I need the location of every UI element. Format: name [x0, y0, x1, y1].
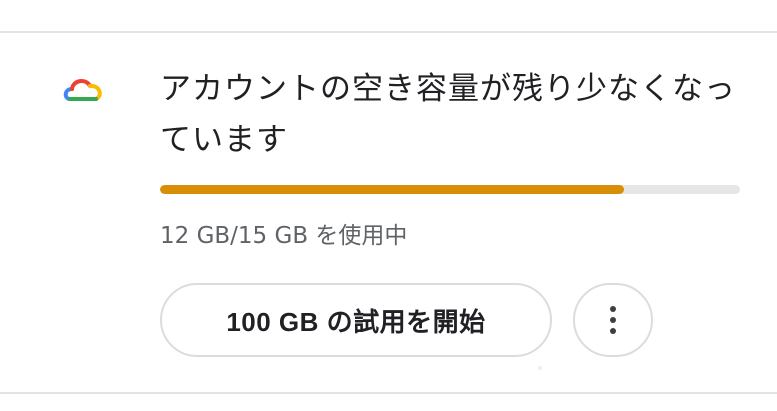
bottom-divider [0, 392, 777, 394]
google-cloud-icon [63, 79, 102, 101]
storage-progress-bar [160, 185, 740, 194]
storage-usage-text: 12 GB/15 GB を使用中 [160, 223, 408, 249]
more-vert-icon [610, 306, 616, 334]
more-options-button[interactable] [573, 283, 653, 357]
storage-warning-title: アカウントの空き容量が残り少なくなっています [160, 71, 736, 158]
start-trial-button[interactable]: 100 GB の試用を開始 [160, 283, 552, 357]
decorative-dot [538, 366, 542, 370]
storage-progress-fill [160, 185, 624, 194]
